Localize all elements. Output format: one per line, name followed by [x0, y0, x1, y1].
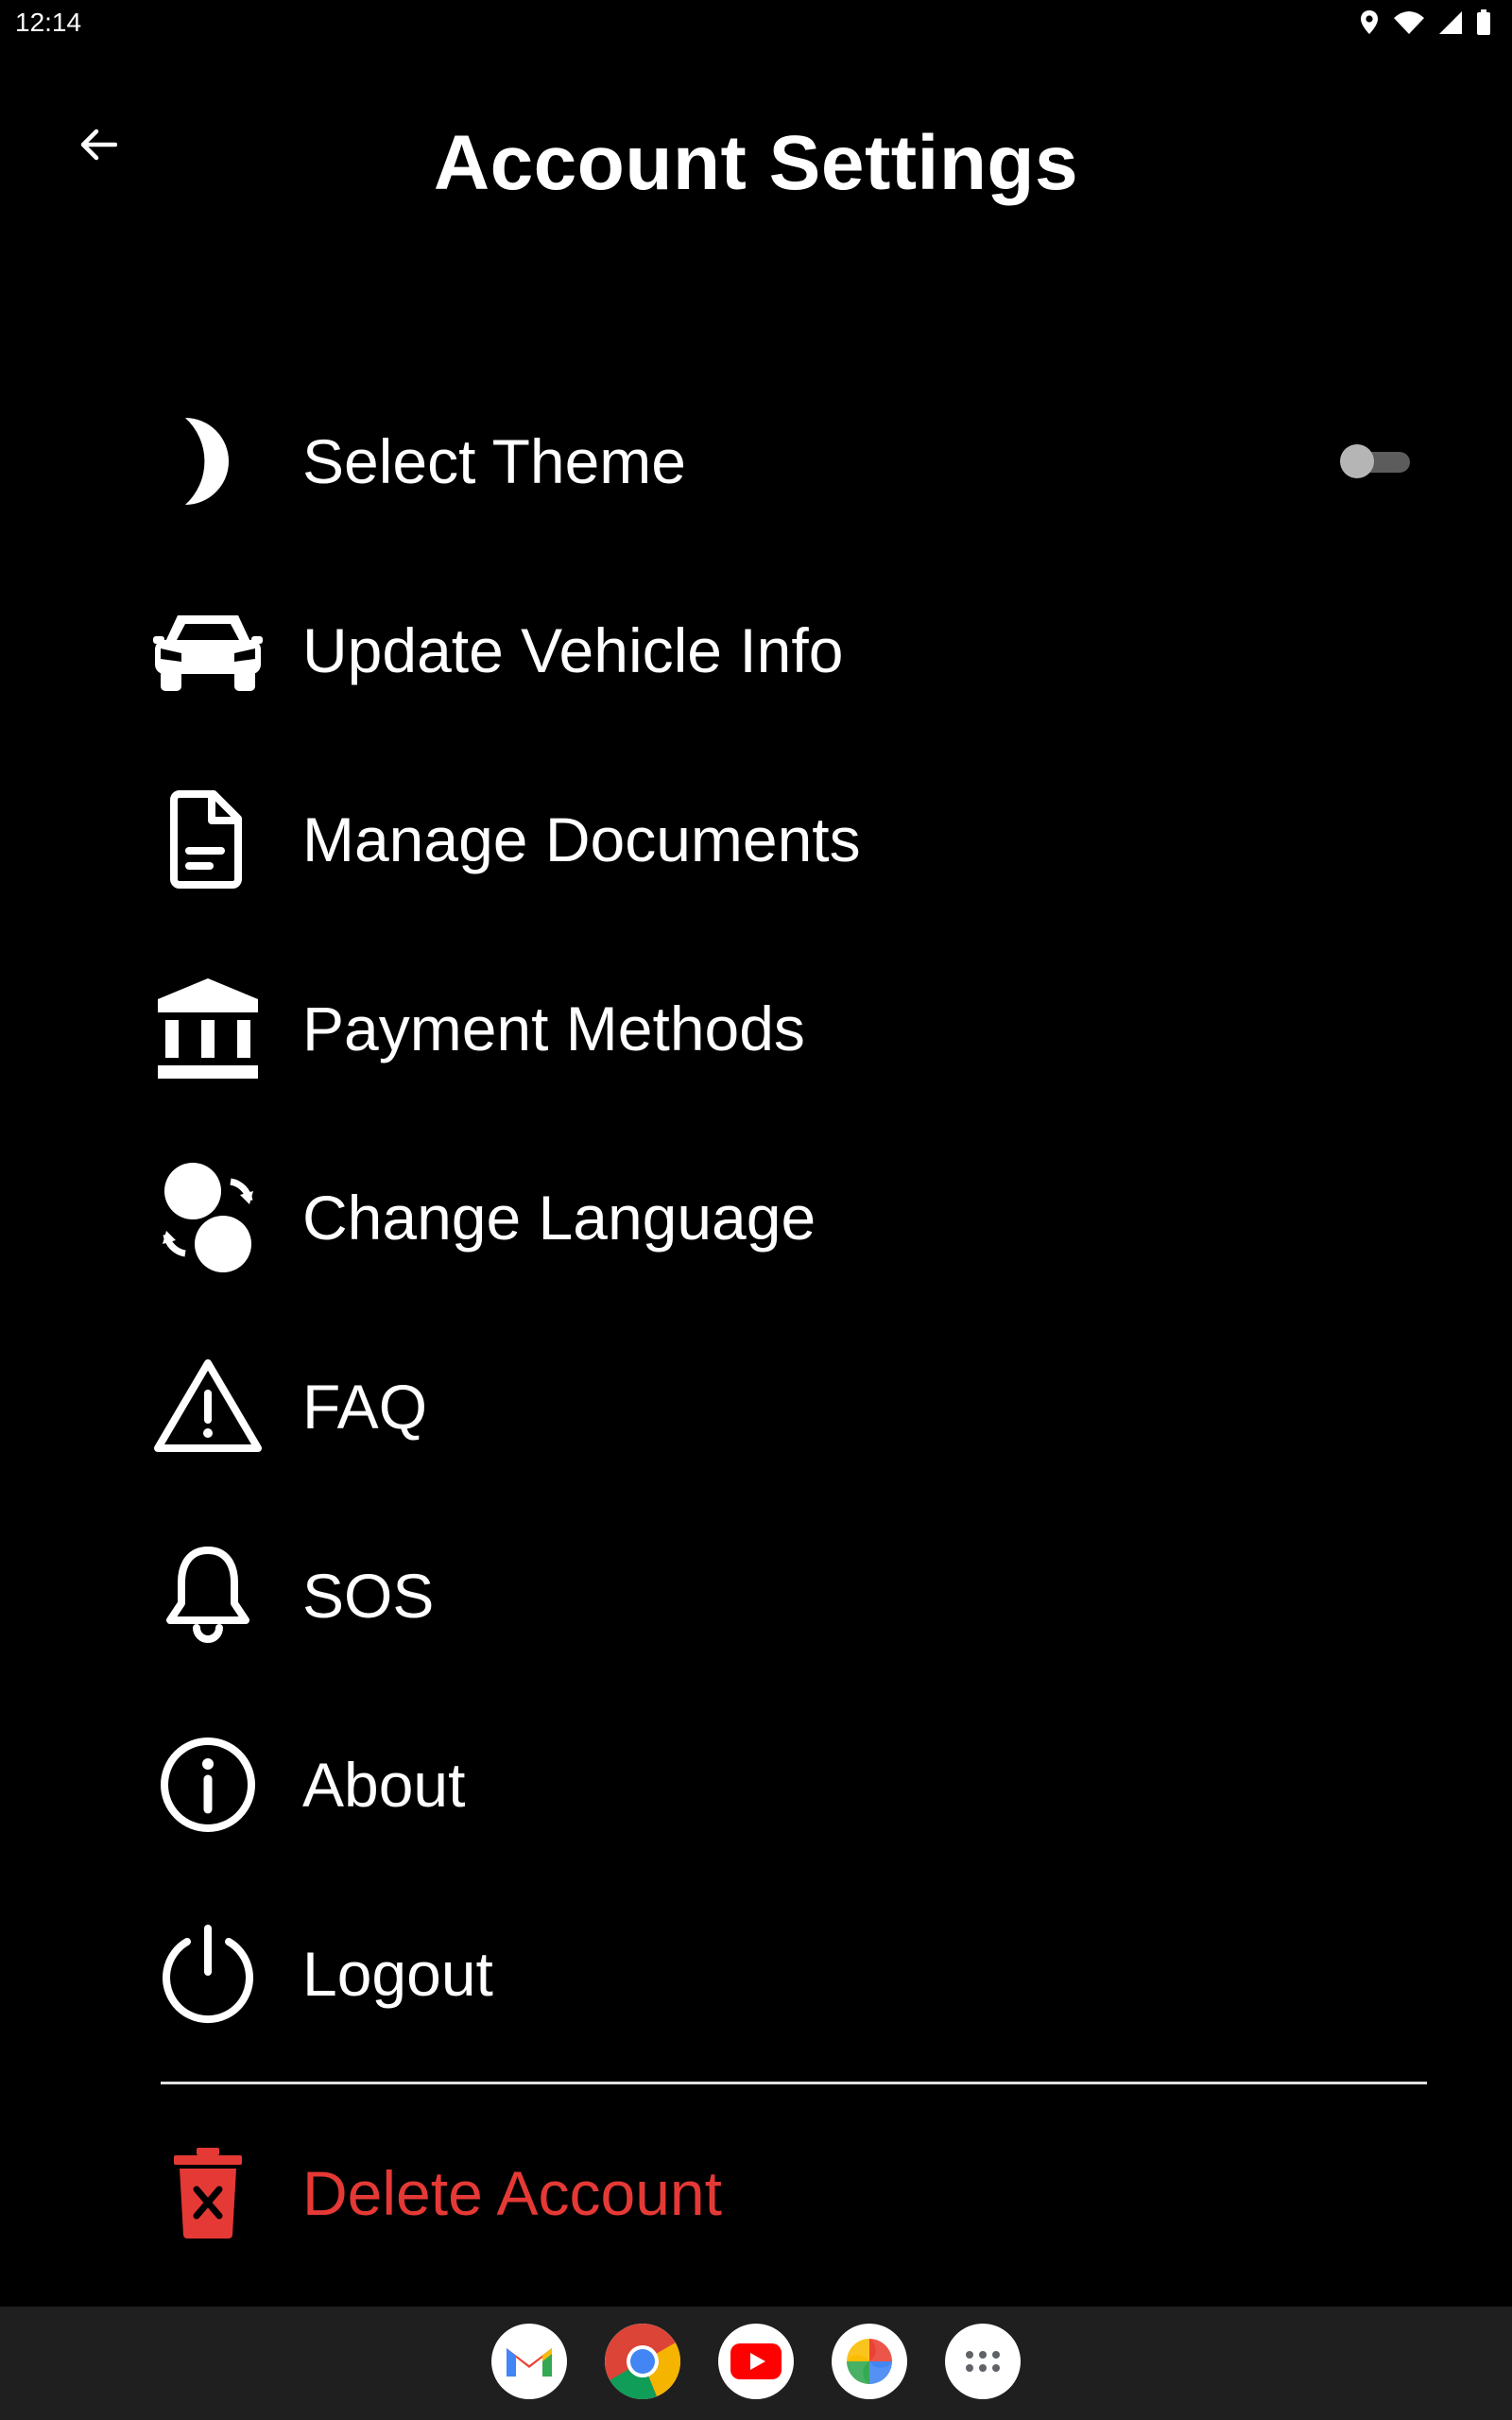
- menu-item-payment-methods[interactable]: Payment Methods: [151, 972, 1436, 1085]
- cell-signal-icon: [1439, 11, 1462, 34]
- app-dock: [0, 2324, 1512, 2399]
- status-icons: [1359, 9, 1491, 36]
- info-icon: [151, 1728, 265, 1841]
- battery-icon: [1477, 9, 1490, 35]
- location-icon: [1361, 10, 1378, 34]
- document-icon: [151, 783, 265, 896]
- bell-icon: [151, 1539, 265, 1652]
- power-icon: [151, 1917, 265, 2031]
- menu-label: About: [302, 1750, 466, 1820]
- gmail-app[interactable]: [491, 2324, 567, 2399]
- menu-label: Select Theme: [302, 426, 686, 496]
- youtube-app[interactable]: [718, 2324, 794, 2399]
- app-grid-icon: [966, 2351, 1000, 2372]
- chrome-app[interactable]: [605, 2324, 680, 2399]
- menu-label-danger: Delete Account: [302, 2158, 722, 2228]
- theme-toggle-switch[interactable]: [1338, 442, 1414, 480]
- menu-item-faq[interactable]: FAQ: [151, 1350, 1436, 1463]
- chrome-icon: [605, 2324, 680, 2399]
- menu-item-select-theme[interactable]: Select Theme: [151, 405, 1436, 518]
- menu-item-change-language[interactable]: Change Language: [151, 1161, 1436, 1274]
- menu-item-update-vehicle-info[interactable]: Update Vehicle Info: [151, 594, 1436, 707]
- moon-icon: [151, 405, 265, 518]
- status-bar: 12:14: [0, 0, 1512, 47]
- menu-label: Manage Documents: [302, 804, 861, 874]
- menu-item-delete-account[interactable]: Delete Account: [151, 2136, 1436, 2250]
- gmail-icon: [507, 2348, 552, 2377]
- menu-item-manage-documents[interactable]: Manage Documents: [151, 783, 1436, 896]
- menu-item-sos[interactable]: SOS: [151, 1539, 1436, 1652]
- page-title: Account Settings: [433, 120, 1079, 206]
- menu-label: SOS: [302, 1561, 435, 1631]
- youtube-icon: [730, 2343, 782, 2379]
- toggle-thumb: [1340, 444, 1374, 478]
- photos-icon: [847, 2339, 892, 2384]
- menu-label: Payment Methods: [302, 994, 805, 1063]
- menu-label: FAQ: [302, 1372, 428, 1442]
- warning-triangle-icon: [151, 1350, 265, 1463]
- car-icon: [151, 594, 265, 707]
- menu-item-logout[interactable]: Logout: [151, 1917, 1436, 2031]
- bank-icon: [151, 972, 265, 1085]
- menu-label: Change Language: [302, 1183, 816, 1253]
- status-time: 12:14: [15, 8, 82, 37]
- menu-label: Update Vehicle Info: [302, 615, 844, 685]
- menu-divider: [161, 2082, 1427, 2084]
- menu-label: Logout: [302, 1939, 493, 2009]
- app-drawer-button[interactable]: [945, 2324, 1021, 2399]
- trash-icon: [151, 2136, 265, 2250]
- photos-app[interactable]: [832, 2324, 907, 2399]
- menu-item-about[interactable]: About: [151, 1728, 1436, 1841]
- wifi-icon: [1394, 11, 1424, 34]
- taskbar: [0, 2307, 1512, 2420]
- language-switch-icon: [151, 1161, 265, 1274]
